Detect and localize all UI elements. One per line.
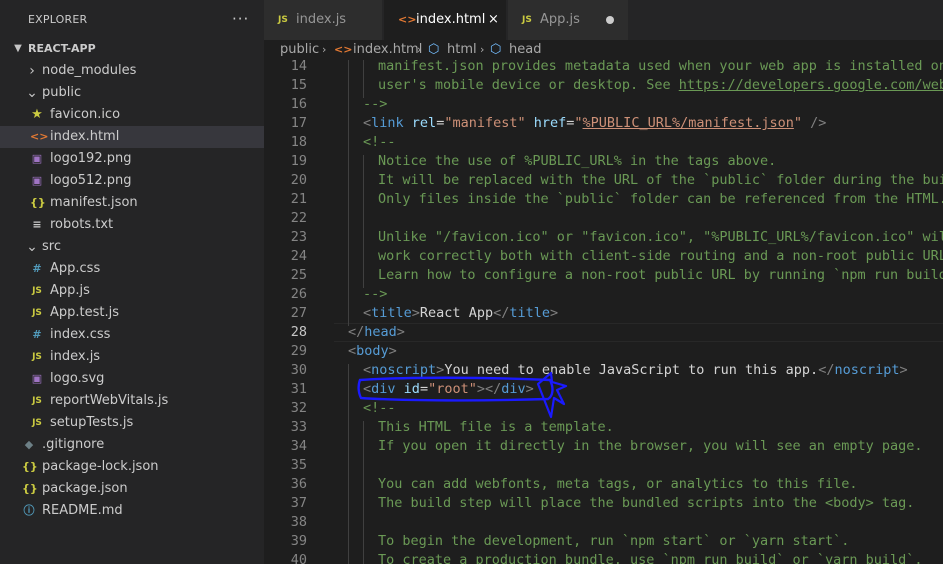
chevron-right-icon: › bbox=[29, 63, 35, 79]
star-icon: ★ bbox=[31, 107, 43, 122]
json-icon: {} bbox=[22, 460, 38, 473]
tree-item-robots-txt[interactable]: ≡ robots.txt bbox=[0, 214, 264, 236]
breadcrumb-html[interactable]: html bbox=[447, 40, 477, 60]
tree-item-label: index.css bbox=[50, 327, 111, 342]
js-file-icon: JS bbox=[522, 15, 532, 25]
js-icon: JS bbox=[32, 352, 42, 362]
tree-item-label: node_modules bbox=[42, 63, 137, 78]
tree-item-label: manifest.json bbox=[50, 195, 138, 210]
image-icon: ▣ bbox=[31, 372, 43, 385]
tree-item-src[interactable]: ⌄ src bbox=[0, 236, 264, 258]
close-icon[interactable]: × bbox=[488, 0, 499, 40]
tree-item-label: App.css bbox=[50, 261, 101, 276]
tree-item-logo192-png[interactable]: ▣ logo192.png bbox=[0, 148, 264, 170]
tree-item-label: index.js bbox=[50, 349, 101, 364]
js-icon: JS bbox=[32, 308, 42, 318]
tree-item-label: index.html bbox=[50, 129, 120, 144]
tree-item-gitignore[interactable]: ◆ .gitignore bbox=[0, 434, 264, 456]
breadcrumb: public › <> index.html › ⬡ html › ⬡ head bbox=[264, 40, 943, 60]
tree-item-index-css[interactable]: # index.css bbox=[0, 324, 264, 346]
js-icon: JS bbox=[32, 286, 42, 296]
breadcrumb-folder[interactable]: public bbox=[280, 40, 319, 60]
tree-item-app-css[interactable]: # App.css bbox=[0, 258, 264, 280]
chevron-right-icon: › bbox=[480, 43, 485, 56]
element-node-icon: ⬡ bbox=[428, 42, 440, 57]
explorer-title: EXPLORER bbox=[28, 13, 88, 26]
tree-item-public[interactable]: ⌄ public bbox=[0, 82, 264, 104]
breadcrumb-file[interactable]: index.html bbox=[353, 40, 422, 60]
tree-item-index-html[interactable]: <> index.html bbox=[0, 126, 264, 148]
tree-item-label: reportWebVitals.js bbox=[50, 393, 169, 408]
tree-root-label: REACT-APP bbox=[28, 42, 96, 55]
element-node-icon: ⬡ bbox=[490, 42, 502, 57]
tree-root-react-app[interactable]: ▼ REACT-APP bbox=[0, 38, 264, 60]
explorer-sidebar: EXPLORER ··· ▼ REACT-APP › node_modules ⌄ p… bbox=[0, 0, 264, 564]
tree-item-label: public bbox=[42, 85, 82, 100]
chevron-right-icon: › bbox=[322, 43, 327, 56]
tree-item-label: logo192.png bbox=[50, 151, 132, 166]
more-actions-icon[interactable]: ··· bbox=[232, 0, 249, 40]
css-icon: # bbox=[32, 262, 42, 275]
chevron-right-icon: › bbox=[417, 43, 422, 56]
tree-item-label: robots.txt bbox=[50, 217, 114, 232]
tab-label: index.js bbox=[296, 12, 347, 27]
js-icon: JS bbox=[32, 418, 42, 428]
annotation-overlay bbox=[357, 371, 568, 419]
info-icon: ⓘ bbox=[23, 504, 35, 517]
breadcrumb-head[interactable]: head bbox=[509, 40, 541, 60]
tab-index-js[interactable]: JS index.js bbox=[264, 0, 382, 40]
tree-item-favicon-ico[interactable]: ★ favicon.ico bbox=[0, 104, 264, 126]
js-icon: JS bbox=[32, 396, 42, 406]
tab-label: index.html bbox=[416, 12, 486, 27]
tab-label: App.js bbox=[540, 12, 580, 27]
tree-item-index-js[interactable]: JS index.js bbox=[0, 346, 264, 368]
tree-item-label: favicon.ico bbox=[50, 107, 121, 122]
tree-item-readme-md[interactable]: ⓘ README.md bbox=[0, 500, 264, 522]
unsaved-dot-icon[interactable] bbox=[606, 16, 614, 24]
tree-item-label: logo.svg bbox=[50, 371, 105, 386]
tree-item-app-js[interactable]: JS App.js bbox=[0, 280, 264, 302]
html-file-icon: <> bbox=[334, 43, 353, 56]
js-file-icon: JS bbox=[278, 15, 288, 25]
tree-item-label: README.md bbox=[42, 503, 123, 518]
annotation-marker bbox=[357, 376, 554, 402]
tree-item-label: App.test.js bbox=[50, 305, 120, 320]
tree-item-logo512-png[interactable]: ▣ logo512.png bbox=[0, 170, 264, 192]
tree-item-label: setupTests.js bbox=[50, 415, 134, 430]
tree-item-package-json[interactable]: {} package.json bbox=[0, 478, 264, 500]
tree-item-setuptests-js[interactable]: JS setupTests.js bbox=[0, 412, 264, 434]
tree-item-package-lock-json[interactable]: {} package-lock.json bbox=[0, 456, 264, 478]
editor-tab-bar: JS index.js <> index.html × JS App.js bbox=[264, 0, 943, 40]
tab-index-html[interactable]: <> index.html × bbox=[384, 0, 506, 40]
tree-item-label: App.js bbox=[50, 283, 90, 298]
chevron-down-icon: ⌄ bbox=[26, 239, 38, 255]
tree-item-manifest-json[interactable]: {} manifest.json bbox=[0, 192, 264, 214]
css-icon: # bbox=[32, 328, 42, 341]
html-icon: <> bbox=[30, 130, 49, 143]
tree-item-logo-svg[interactable]: ▣ logo.svg bbox=[0, 368, 264, 390]
chevron-down-icon: ⌄ bbox=[26, 85, 38, 101]
tree-item-label: package-lock.json bbox=[42, 459, 159, 474]
tree-item-node-modules[interactable]: › node_modules bbox=[0, 60, 264, 82]
html-file-icon: <> bbox=[398, 13, 417, 26]
text-icon: ≡ bbox=[32, 218, 42, 231]
tab-app-js[interactable]: JS App.js bbox=[508, 0, 628, 40]
tree-item-label: src bbox=[42, 239, 61, 254]
image-icon: ▣ bbox=[31, 174, 43, 187]
tree-item-reportwebvitals-js[interactable]: JS reportWebVitals.js bbox=[0, 390, 264, 412]
git-icon: ◆ bbox=[24, 438, 34, 451]
tree-item-label: .gitignore bbox=[42, 437, 105, 452]
tree-item-label: logo512.png bbox=[50, 173, 132, 188]
image-icon: ▣ bbox=[31, 152, 43, 165]
chevron-down-icon: ▼ bbox=[14, 43, 22, 54]
tree-item-label: package.json bbox=[42, 481, 128, 496]
json-icon: {} bbox=[22, 482, 38, 495]
json-icon: {} bbox=[30, 196, 46, 209]
tree-item-app-test-js[interactable]: JS App.test.js bbox=[0, 302, 264, 324]
code-editor[interactable]: 14 manifest.json provides metadata used w… bbox=[264, 60, 943, 564]
